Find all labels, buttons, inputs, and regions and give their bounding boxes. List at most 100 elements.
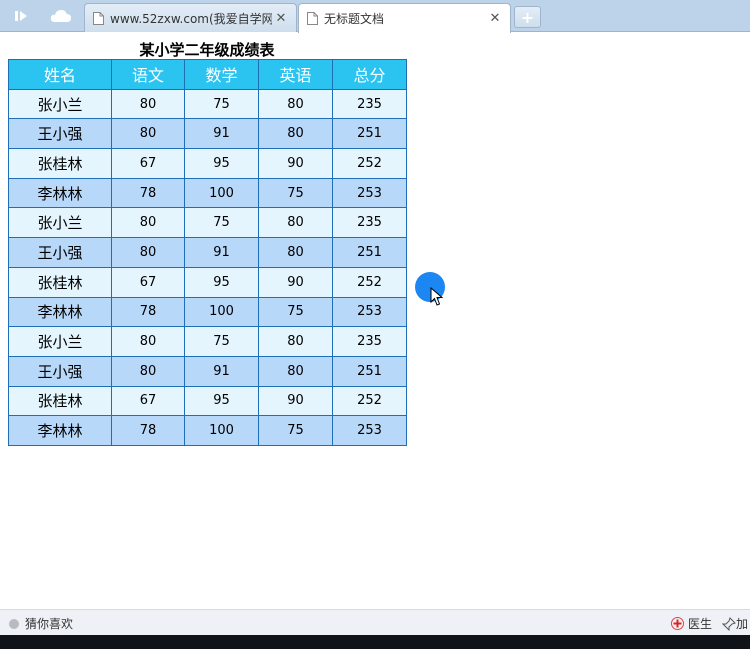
cell-math: 91	[184, 118, 259, 150]
cell-total: 251	[332, 355, 407, 387]
table-body: 张小兰 80 75 80 235 王小强 80 91 80 251 张桂林 67 95 90 252 李林林 7…	[8, 88, 407, 446]
cell-total: 253	[332, 415, 407, 446]
cell-total: 253	[332, 296, 407, 328]
column-header-english: 英语	[258, 59, 333, 90]
grades-table: 姓名 语文 数学 英语 总分 张小兰 80 75 80 235 王小强 80 91 80 251 张…	[8, 59, 407, 446]
browser-tab-strip: www.52zxw.com(我爱自学网 ✕ 无标题文档 ✕ +	[0, 0, 750, 33]
table-row: 王小强 80 91 80 251	[8, 355, 407, 387]
table-row: 张小兰 80 75 80 235	[8, 88, 407, 120]
pin-button[interactable]: 加	[722, 615, 748, 632]
cell-chinese: 67	[111, 148, 185, 179]
table-row: 王小强 80 91 80 251	[8, 118, 407, 150]
cloud-icon[interactable]	[44, 4, 78, 28]
cell-english: 75	[258, 415, 333, 446]
cell-math: 95	[184, 266, 259, 298]
cell-chinese: 80	[111, 326, 185, 357]
cell-chinese: 80	[111, 207, 185, 239]
close-tab-icon[interactable]: ✕	[486, 10, 504, 28]
cell-name: 王小强	[8, 118, 112, 150]
cell-name: 张桂林	[8, 385, 112, 417]
cell-name: 李林林	[8, 177, 112, 209]
cell-total: 252	[332, 385, 407, 417]
column-header-math: 数学	[184, 59, 259, 90]
table-caption: 某小学二年级成绩表	[139, 41, 275, 59]
page-content: 某小学二年级成绩表 姓名 语文 数学 英语 总分 张小兰 80 75 80 235 王小强…	[0, 33, 750, 609]
mouse-cursor-icon	[430, 287, 444, 306]
column-header-name: 姓名	[8, 59, 112, 90]
cell-chinese: 78	[111, 296, 185, 328]
cell-chinese: 67	[111, 266, 185, 298]
doctor-icon[interactable]	[671, 617, 684, 630]
table-row: 张桂林 67 95 90 252	[8, 385, 407, 417]
cell-math: 100	[184, 296, 259, 328]
cell-name: 张小兰	[8, 207, 112, 239]
page-icon	[307, 12, 318, 25]
cell-name: 李林林	[8, 415, 112, 446]
table-row: 李林林 78 100 75 253	[8, 177, 407, 209]
cell-english: 80	[258, 118, 333, 150]
cell-english: 80	[258, 88, 333, 120]
tab-title: www.52zxw.com(我爱自学网	[110, 11, 272, 26]
cell-math: 75	[184, 88, 259, 120]
column-header-total: 总分	[332, 59, 407, 90]
table-header-row: 姓名 语文 数学 英语 总分	[8, 59, 407, 90]
cell-total: 235	[332, 207, 407, 239]
table-row: 张桂林 67 95 90 252	[8, 266, 407, 298]
new-tab-button[interactable]: +	[514, 6, 541, 28]
cell-english: 90	[258, 385, 333, 417]
cell-english: 80	[258, 326, 333, 357]
cell-chinese: 67	[111, 385, 185, 417]
cell-math: 91	[184, 355, 259, 387]
cell-chinese: 78	[111, 177, 185, 209]
cell-name: 张桂林	[8, 148, 112, 179]
cell-math: 95	[184, 385, 259, 417]
cell-math: 91	[184, 237, 259, 268]
pin-icon	[722, 616, 736, 631]
cell-english: 75	[258, 296, 333, 328]
guess-you-like-link[interactable]: 猜你喜欢	[9, 615, 73, 632]
cell-math: 75	[184, 207, 259, 239]
status-bar: 猜你喜欢 医生 加	[0, 609, 750, 635]
cell-chinese: 80	[111, 355, 185, 387]
tab-title: 无标题文档	[324, 12, 385, 26]
table-row: 李林林 78 100 75 253	[8, 415, 407, 446]
status-dot-icon	[9, 618, 19, 629]
cell-math: 95	[184, 148, 259, 179]
cell-english: 75	[258, 177, 333, 209]
tab-52zxw[interactable]: www.52zxw.com(我爱自学网 ✕	[84, 3, 297, 32]
table-row: 张小兰 80 75 80 235	[8, 207, 407, 239]
cell-total: 251	[332, 118, 407, 150]
sidebar-toggle-icon[interactable]	[6, 4, 40, 28]
cell-name: 王小强	[8, 355, 112, 387]
cell-english: 80	[258, 207, 333, 239]
cell-total: 235	[332, 326, 407, 357]
column-header-chinese: 语文	[111, 59, 185, 90]
pin-label: 加	[736, 617, 749, 631]
os-taskbar	[0, 635, 750, 649]
cell-total: 252	[332, 266, 407, 298]
doctor-label[interactable]: 医生	[688, 615, 712, 632]
guess-you-like-label: 猜你喜欢	[25, 617, 74, 631]
cell-name: 张桂林	[8, 266, 112, 298]
cell-chinese: 80	[111, 88, 185, 120]
cell-math: 100	[184, 415, 259, 446]
tab-untitled-document[interactable]: 无标题文档 ✕	[298, 3, 511, 33]
cell-name: 王小强	[8, 237, 112, 268]
cell-english: 90	[258, 266, 333, 298]
cell-total: 251	[332, 237, 407, 268]
table-row: 王小强 80 91 80 251	[8, 237, 407, 268]
cell-name: 张小兰	[8, 326, 112, 357]
close-tab-icon[interactable]: ✕	[272, 9, 290, 27]
cell-math: 75	[184, 326, 259, 357]
cell-total: 252	[332, 148, 407, 179]
cell-chinese: 78	[111, 415, 185, 446]
cell-chinese: 80	[111, 237, 185, 268]
cell-name: 李林林	[8, 296, 112, 328]
cell-total: 253	[332, 177, 407, 209]
cell-english: 80	[258, 355, 333, 387]
table-row: 张桂林 67 95 90 252	[8, 148, 407, 179]
cell-english: 80	[258, 237, 333, 268]
table-row: 李林林 78 100 75 253	[8, 296, 407, 328]
cell-name: 张小兰	[8, 88, 112, 120]
cell-english: 90	[258, 148, 333, 179]
